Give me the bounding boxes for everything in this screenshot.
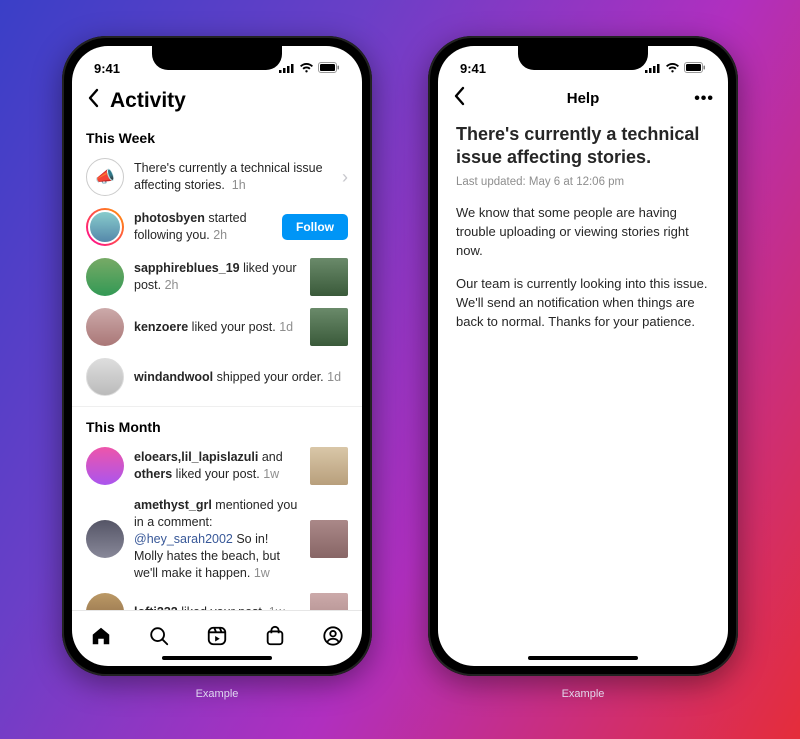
- wifi-icon: [299, 61, 314, 76]
- profile-tab-icon[interactable]: [322, 625, 344, 647]
- help-content: There's currently a technical issue affe…: [438, 117, 728, 352]
- activity-row-follow[interactable]: photosbyen started following you. 2h Fol…: [72, 202, 362, 252]
- post-thumbnail[interactable]: [310, 258, 348, 296]
- caption: Example: [196, 688, 239, 700]
- avatar[interactable]: [86, 308, 124, 346]
- mention-link[interactable]: @hey_sarah2002: [134, 532, 233, 546]
- alert-row[interactable]: 📣 There's currently a technical issue af…: [72, 152, 362, 202]
- search-tab-icon[interactable]: [148, 625, 170, 647]
- more-button[interactable]: •••: [694, 90, 714, 108]
- status-indicators: [279, 61, 340, 76]
- screen-help: 9:41 Help ••• There's currently a techni…: [438, 46, 728, 666]
- help-title: There's currently a technical issue affe…: [456, 123, 710, 170]
- help-last-updated: Last updated: May 6 at 12:06 pm: [456, 174, 710, 191]
- activity-row-like-multi[interactable]: eloears,lil_lapislazuli and others liked…: [72, 441, 362, 491]
- home-indicator[interactable]: [162, 656, 272, 660]
- status-indicators: [645, 61, 706, 76]
- section-this-week: This Week: [72, 122, 362, 152]
- post-thumbnail[interactable]: [310, 447, 348, 485]
- wifi-icon: [665, 61, 680, 76]
- signal-icon: [645, 61, 661, 76]
- megaphone-icon: 📣: [86, 158, 124, 196]
- battery-icon: [318, 61, 340, 76]
- avatar[interactable]: [86, 258, 124, 296]
- activity-row-mention[interactable]: amethyst_grl mentioned you in a comment:…: [72, 491, 362, 587]
- section-this-month: This Month: [72, 411, 362, 441]
- status-time: 9:41: [94, 61, 120, 76]
- username: amethyst_grl: [134, 498, 212, 512]
- avatar[interactable]: [86, 358, 124, 396]
- help-paragraph: Our team is currently looking into this …: [456, 275, 710, 332]
- back-button[interactable]: [452, 86, 466, 112]
- header: Help •••: [438, 84, 728, 117]
- battery-icon: [684, 61, 706, 76]
- alert-text: There's currently a technical issue affe…: [134, 160, 332, 194]
- page-title: Activity: [110, 89, 186, 113]
- header: Activity: [72, 84, 362, 122]
- post-thumbnail[interactable]: [310, 593, 348, 610]
- avatar[interactable]: [86, 520, 124, 558]
- screen-activity: 9:41 Activity This Week 📣: [72, 46, 362, 666]
- chevron-right-icon: ›: [342, 167, 348, 188]
- caption: Example: [562, 688, 605, 700]
- avatar[interactable]: [86, 447, 124, 485]
- device-notch: [518, 46, 648, 70]
- post-thumbnail[interactable]: [310, 520, 348, 558]
- device-frame: 9:41 Activity This Week 📣: [62, 36, 372, 676]
- phone-help: 9:41 Help ••• There's currently a techni…: [428, 36, 738, 700]
- username: photosbyen: [134, 211, 205, 225]
- activity-row-like[interactable]: lofti232 liked your post. 1w: [72, 587, 362, 610]
- device-frame: 9:41 Help ••• There's currently a techni…: [428, 36, 738, 676]
- avatar[interactable]: [86, 208, 124, 246]
- avatar[interactable]: [86, 593, 124, 610]
- username: sapphireblues_19: [134, 261, 240, 275]
- follow-button[interactable]: Follow: [282, 214, 348, 240]
- activity-row-like[interactable]: sapphireblues_19 liked your post. 2h: [72, 252, 362, 302]
- reels-tab-icon[interactable]: [206, 625, 228, 647]
- phone-activity: 9:41 Activity This Week 📣: [62, 36, 372, 700]
- home-indicator[interactable]: [528, 656, 638, 660]
- activity-row-like[interactable]: kenzoere liked your post. 1d: [72, 302, 362, 352]
- post-thumbnail[interactable]: [310, 308, 348, 346]
- help-paragraph: We know that some people are having trou…: [456, 204, 710, 261]
- username: kenzoere: [134, 320, 188, 334]
- shop-tab-icon[interactable]: [264, 625, 286, 647]
- status-time: 9:41: [460, 61, 486, 76]
- home-tab-icon[interactable]: [90, 625, 112, 647]
- username: windandwool: [134, 370, 213, 384]
- divider: [72, 406, 362, 407]
- device-notch: [152, 46, 282, 70]
- activity-feed[interactable]: This Week 📣 There's currently a technica…: [72, 122, 362, 610]
- activity-row-order[interactable]: windandwool shipped your order. 1d: [72, 352, 362, 402]
- page-title: Help: [567, 90, 600, 107]
- signal-icon: [279, 61, 295, 76]
- back-button[interactable]: [86, 88, 100, 114]
